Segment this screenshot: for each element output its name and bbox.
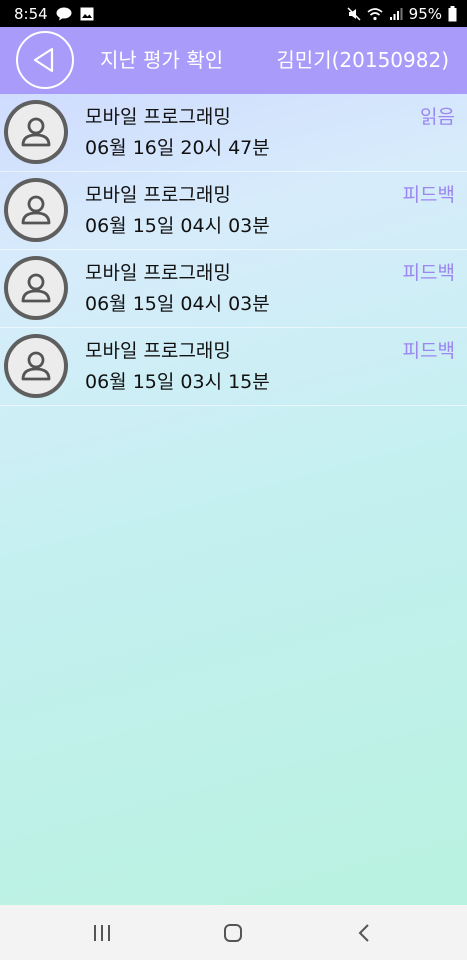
back-chevron-icon <box>357 923 371 943</box>
avatar <box>4 100 68 164</box>
home-button[interactable] <box>203 905 263 960</box>
page-title: 지난 평가 확인 <box>100 48 224 72</box>
avatar <box>4 334 68 398</box>
item-status: 피드백 <box>402 262 455 284</box>
item-title: 모바일 프로그래밍 <box>85 262 231 284</box>
item-title: 모바일 프로그래밍 <box>85 184 231 206</box>
chat-bubble-icon <box>56 7 72 21</box>
back-button[interactable] <box>16 31 74 89</box>
battery-icon <box>448 5 457 22</box>
avatar <box>4 256 68 320</box>
item-date: 06월 15일 04시 03분 <box>85 293 270 315</box>
back-triangle-icon <box>30 45 60 75</box>
list-item[interactable]: 모바일 프로그래밍 06월 15일 03시 15분 피드백 <box>0 328 467 406</box>
avatar <box>4 178 68 242</box>
person-icon <box>17 269 55 307</box>
person-icon <box>17 347 55 385</box>
wifi-icon <box>367 7 383 21</box>
navigation-bar <box>0 905 467 960</box>
recent-apps-button[interactable] <box>72 905 132 960</box>
item-status: 피드백 <box>402 340 455 362</box>
status-time: 8:54 <box>14 4 48 23</box>
battery-percent: 95% <box>408 4 442 23</box>
list-item[interactable]: 모바일 프로그래밍 06월 15일 04시 03분 피드백 <box>0 172 467 250</box>
person-icon <box>17 113 55 151</box>
item-status: 읽음 <box>420 106 455 128</box>
app-header: 지난 평가 확인 김민기(20150982) <box>0 27 467 94</box>
person-icon <box>17 191 55 229</box>
item-date: 06월 15일 04시 03분 <box>85 215 270 237</box>
recent-apps-icon <box>92 924 112 942</box>
user-info: 김민기(20150982) <box>276 48 449 72</box>
back-nav-button[interactable] <box>334 905 394 960</box>
mute-icon <box>347 6 361 21</box>
signal-icon <box>389 7 403 21</box>
list-item[interactable]: 모바일 프로그래밍 06월 15일 04시 03분 피드백 <box>0 250 467 328</box>
status-bar: 8:54 95% <box>0 0 467 27</box>
item-date: 06월 16일 20시 47분 <box>85 137 270 159</box>
app-screen: 지난 평가 확인 김민기(20150982) 모바일 프로그래밍 06월 16일… <box>0 27 467 905</box>
item-status: 피드백 <box>402 184 455 206</box>
image-icon <box>80 7 94 21</box>
item-title: 모바일 프로그래밍 <box>85 340 231 362</box>
home-icon <box>223 923 243 943</box>
item-title: 모바일 프로그래밍 <box>85 106 231 128</box>
list-item[interactable]: 모바일 프로그래밍 06월 16일 20시 47분 읽음 <box>0 94 467 172</box>
evaluation-list: 모바일 프로그래밍 06월 16일 20시 47분 읽음 모바일 프로그래밍 0… <box>0 94 467 406</box>
item-date: 06월 15일 03시 15분 <box>85 371 270 393</box>
